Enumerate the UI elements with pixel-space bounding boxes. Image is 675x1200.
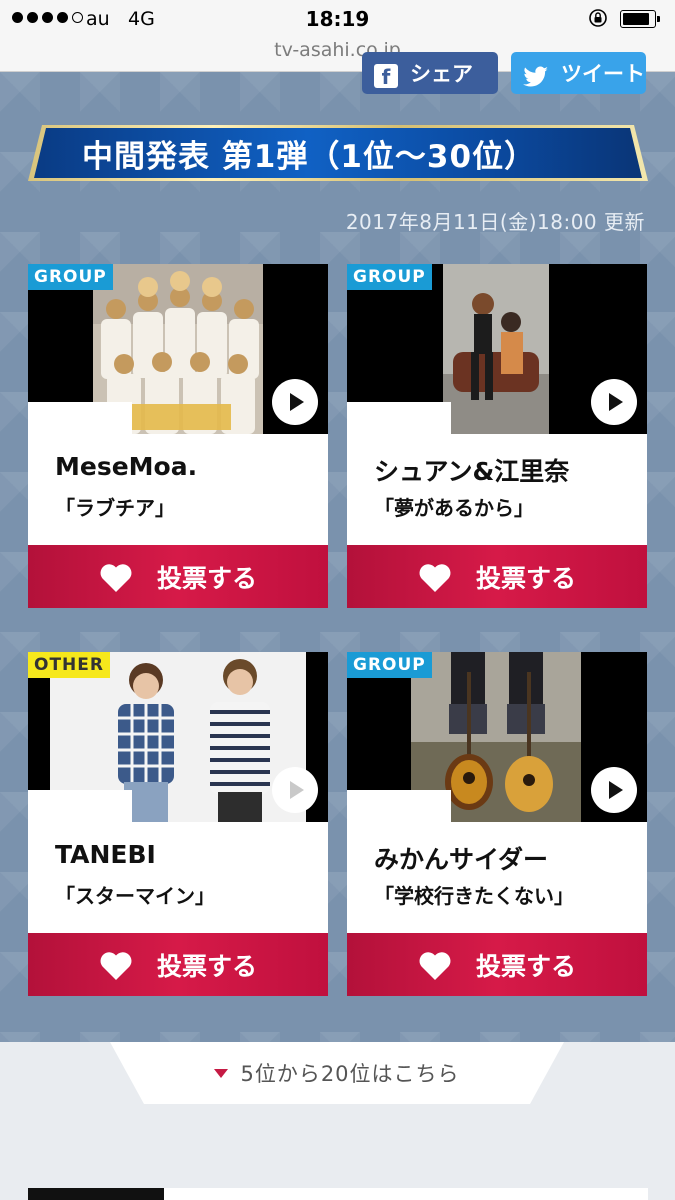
next-card-preview bbox=[28, 1188, 648, 1200]
updated-timestamp: 2017年8月11日(金)18:00 更新 bbox=[345, 210, 645, 234]
facebook-icon: f bbox=[374, 64, 398, 89]
play-icon[interactable] bbox=[591, 767, 637, 813]
play-icon[interactable] bbox=[272, 767, 318, 813]
more-rankings-link[interactable]: 5位から20位はこちら bbox=[110, 1042, 564, 1104]
song-title: 「夢があるから」 bbox=[374, 496, 534, 520]
artist-card[interactable]: OTHER TANEBI 「スターマイン」 投票する bbox=[28, 652, 328, 996]
artist-card[interactable]: GROUP シュアン&江里奈 「夢があるから」 投票する bbox=[347, 264, 647, 608]
category-tag: GROUP bbox=[347, 652, 432, 678]
vote-label: 投票する bbox=[156, 563, 257, 593]
battery-icon bbox=[620, 10, 660, 28]
category-tag: OTHER bbox=[28, 652, 110, 678]
category-tag: GROUP bbox=[28, 264, 113, 290]
twitter-tweet-button[interactable]: ツイート bbox=[511, 52, 646, 94]
artist-name: TANEBI bbox=[55, 840, 156, 869]
duo-photo-image bbox=[443, 264, 549, 434]
vote-label: 投票する bbox=[475, 951, 576, 981]
vote-button[interactable]: 投票する bbox=[347, 545, 647, 608]
video-thumbnail[interactable]: GROUP bbox=[347, 264, 647, 434]
song-title: 「ラブチア」 bbox=[55, 496, 175, 520]
section-title: 中間発表 第1弾（1位〜30位） bbox=[34, 128, 642, 178]
artist-name: MeseMoa. bbox=[55, 452, 198, 481]
twitter-tweet-label: ツイート bbox=[561, 62, 645, 86]
chevron-down-icon bbox=[214, 1068, 229, 1078]
heart-icon bbox=[100, 563, 132, 592]
video-thumbnail[interactable]: GROUP bbox=[347, 652, 647, 822]
rotation-lock-icon bbox=[589, 9, 607, 27]
artist-card[interactable]: GROUP MeseMoa. 「ラブチア」 投票する bbox=[28, 264, 328, 608]
category-tag: GROUP bbox=[347, 264, 432, 290]
heart-icon bbox=[100, 951, 132, 980]
song-title: 「スターマイン」 bbox=[55, 884, 215, 908]
status-bar: au 4G 18:19 bbox=[0, 0, 675, 38]
play-icon[interactable] bbox=[591, 379, 637, 425]
artist-name: シュアン&江里奈 bbox=[374, 457, 570, 486]
facebook-share-label: シェア bbox=[410, 62, 473, 86]
twitter-bird-icon bbox=[523, 66, 548, 87]
clock: 18:19 bbox=[305, 7, 370, 31]
page-background bbox=[0, 72, 675, 1200]
heart-icon bbox=[419, 563, 451, 592]
song-title: 「学校行きたくない」 bbox=[374, 884, 574, 908]
play-icon[interactable] bbox=[272, 379, 318, 425]
vote-button[interactable]: 投票する bbox=[28, 545, 328, 608]
section-banner: 中間発表 第1弾（1位〜30位） bbox=[28, 125, 648, 181]
video-thumbnail[interactable]: OTHER bbox=[28, 652, 328, 822]
facebook-share-button[interactable]: f シェア bbox=[362, 52, 498, 94]
vote-button[interactable]: 投票する bbox=[347, 933, 647, 996]
heart-icon bbox=[419, 951, 451, 980]
artist-card[interactable]: GROUP みかんサイダー 「学校行きたくない」 投票する bbox=[347, 652, 647, 996]
artist-name: みかんサイダー bbox=[374, 845, 549, 874]
vote-label: 投票する bbox=[156, 951, 257, 981]
vote-button[interactable]: 投票する bbox=[28, 933, 328, 996]
video-thumbnail[interactable]: GROUP bbox=[28, 264, 328, 434]
more-rankings-label: 5位から20位はこちら bbox=[240, 1062, 460, 1086]
vote-label: 投票する bbox=[475, 563, 576, 593]
